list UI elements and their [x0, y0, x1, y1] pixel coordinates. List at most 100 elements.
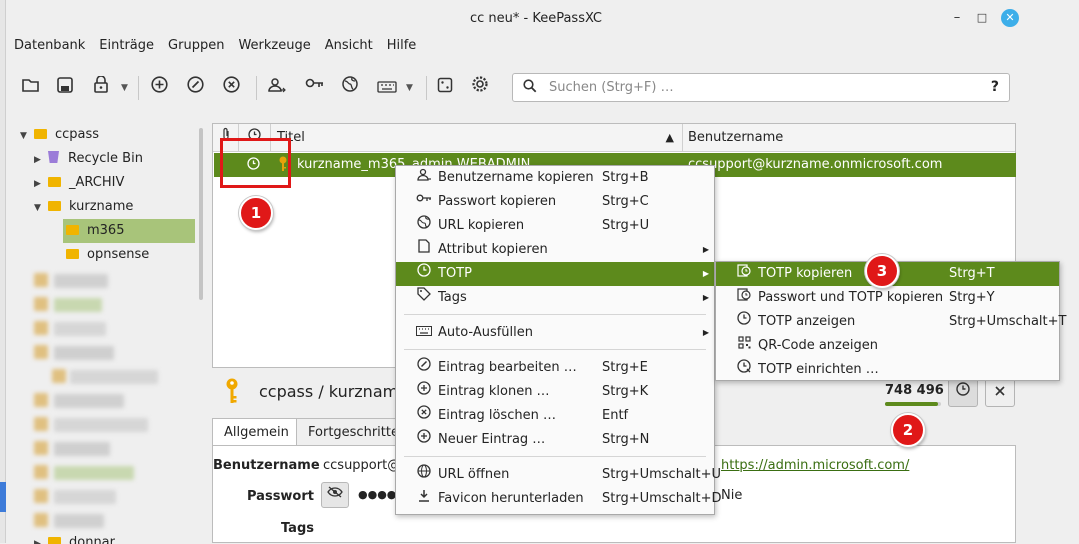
menu-item-copy-attribute[interactable]: Attribut kopieren ▶ [396, 238, 714, 262]
tree-node-label: m365 [87, 223, 125, 238]
menu-ansicht[interactable]: Ansicht [325, 38, 373, 53]
settings-icon[interactable] [467, 75, 493, 101]
clock-icon [416, 262, 432, 286]
close-icon [995, 386, 1005, 396]
delete-entry-icon[interactable] [218, 75, 244, 101]
sort-ascending-icon: ▲ [665, 131, 674, 144]
tree-node-recycle-bin[interactable]: ▶ Recycle Bin [34, 148, 143, 170]
password-generator-icon[interactable] [432, 75, 458, 101]
url-link[interactable]: https://admin.microsoft.com/ [721, 458, 909, 473]
blurred-group [54, 466, 134, 480]
tree-node-label: opnsense [87, 247, 150, 262]
menu-item-show-qr-code[interactable]: QR-Code anzeigen [716, 334, 1059, 358]
menu-item-copy-url[interactable]: URL kopieren Strg+U [396, 214, 714, 238]
menu-item-shortcut: Strg+E [602, 360, 648, 375]
blurred-group [70, 370, 158, 384]
menu-item-label: TOTP kopieren [758, 266, 853, 281]
tree-node-archiv[interactable]: ▶ _ARCHIV [34, 172, 124, 194]
globe-icon [416, 463, 432, 487]
menu-item-tags[interactable]: Tags ▶ [396, 286, 714, 310]
menu-item-shortcut: Strg+C [602, 194, 649, 209]
menu-item-label: Attribut kopieren [438, 242, 548, 257]
blurred-group [34, 273, 48, 287]
menu-hilfe[interactable]: Hilfe [387, 38, 417, 53]
save-database-icon[interactable] [52, 75, 78, 101]
menu-item-clone-entry[interactable]: Eintrag klonen … Strg+K [396, 380, 714, 404]
menu-item-label: Benutzername kopieren [438, 170, 594, 185]
search-help-button[interactable]: ? [991, 79, 999, 95]
open-database-icon[interactable] [18, 75, 44, 101]
menu-item-show-totp[interactable]: TOTP anzeigen Strg+Umschalt+T [716, 310, 1066, 334]
folder-icon [66, 249, 79, 259]
lock-dropdown-icon[interactable]: ▼ [121, 75, 131, 101]
menu-item-copy-password[interactable]: Passwort kopieren Strg+C [396, 190, 714, 214]
blurred-group [54, 298, 102, 312]
column-title[interactable]: Titel ▲ [271, 124, 683, 152]
blurred-group [54, 322, 106, 336]
password-label: Passwort [247, 489, 314, 504]
copy-username-icon[interactable] [264, 75, 290, 101]
tree-node-label: Recycle Bin [68, 151, 143, 166]
tree-node-label: _ARCHIV [69, 175, 125, 190]
menu-item-label: URL kopieren [438, 218, 525, 233]
clock-icon [956, 382, 970, 396]
tree-node-kurzname[interactable]: ▼ kurzname [34, 196, 133, 218]
folder-icon [34, 129, 47, 139]
tree-node-m365[interactable]: m365 [66, 220, 124, 242]
search-icon [523, 79, 537, 97]
minimize-button[interactable]: – [948, 9, 966, 27]
edit-icon [416, 356, 432, 380]
blurred-group [52, 369, 66, 383]
close-button[interactable]: ✕ [1001, 9, 1019, 27]
menu-separator [404, 349, 706, 350]
edit-entry-icon[interactable] [182, 75, 208, 101]
tree-node-partial[interactable]: ▶ donnar [34, 532, 115, 544]
menu-item-shortcut: Strg+Umschalt+U [602, 467, 722, 482]
menu-item-copy-password-and-totp[interactable]: Passwort und TOTP kopieren Strg+Y [716, 286, 1059, 310]
copy-password-icon[interactable] [302, 75, 328, 101]
totp-timer-fill [885, 402, 939, 406]
search-input[interactable]: Suchen (Strg+F) … [549, 80, 674, 95]
toggle-password-button[interactable] [321, 482, 349, 508]
menu-item-open-url[interactable]: URL öffnen Strg+Umschalt+U [396, 463, 721, 487]
menu-gruppen[interactable]: Gruppen [168, 38, 224, 53]
submenu-arrow-icon: ▶ [702, 245, 709, 254]
column-username[interactable]: Benutzername [683, 124, 1015, 152]
blurred-group [34, 513, 48, 527]
menu-item-totp[interactable]: TOTP ▶ [396, 262, 714, 286]
menu-item-new-entry[interactable]: Neuer Eintrag … Strg+N [396, 428, 714, 452]
menu-item-edit-entry[interactable]: Eintrag bearbeiten … Strg+E [396, 356, 714, 380]
maximize-button[interactable]: □ [973, 9, 991, 27]
menu-item-label: Favicon herunterladen [438, 491, 584, 506]
auto-type-icon[interactable] [374, 75, 400, 101]
qr-code-icon [736, 334, 752, 358]
add-icon [416, 428, 432, 452]
tree-node-opnsense[interactable]: opnsense [66, 244, 149, 266]
menu-separator [404, 314, 706, 315]
menu-item-delete-entry[interactable]: Eintrag löschen … Entf [396, 404, 714, 428]
menu-datenbank[interactable]: Datenbank [14, 38, 85, 53]
clone-icon [416, 380, 432, 404]
add-entry-icon[interactable] [146, 75, 172, 101]
copy-url-icon[interactable] [338, 75, 364, 101]
folder-icon [48, 177, 61, 187]
menu-item-shortcut: Strg+N [602, 432, 650, 447]
menu-item-copy-username[interactable]: Benutzername kopieren Strg+B [396, 166, 714, 190]
menu-item-shortcut: Strg+Umschalt+D [602, 491, 722, 506]
context-menu: Benutzername kopieren Strg+B Passwort ko… [395, 165, 722, 515]
menu-werkzeuge[interactable]: Werkzeuge [238, 38, 310, 53]
auto-type-dropdown-icon[interactable]: ▼ [406, 75, 416, 101]
window-title: cc neu* - KeePassXC [469, 11, 603, 26]
tab-fortgeschritten[interactable]: Fortgeschritten [296, 418, 408, 446]
tree-scrollbar[interactable] [199, 128, 203, 300]
menu-item-setup-totp[interactable]: TOTP einrichten … [716, 358, 1059, 382]
search-box[interactable]: Suchen (Strg+F) … ? [512, 73, 1010, 102]
tab-allgemein[interactable]: Allgemein [212, 418, 301, 447]
blurred-group [54, 274, 108, 288]
totp-code[interactable]: 748 496 [885, 383, 944, 398]
menu-item-download-favicon[interactable]: Favicon herunterladen Strg+Umschalt+D [396, 487, 722, 511]
tree-node-ccpass[interactable]: ▼ ccpass [20, 124, 99, 146]
lock-database-icon[interactable] [88, 75, 114, 101]
menu-eintraege[interactable]: Einträge [99, 38, 154, 53]
menu-item-auto-type[interactable]: Auto-Ausfüllen ▶ [396, 321, 714, 345]
